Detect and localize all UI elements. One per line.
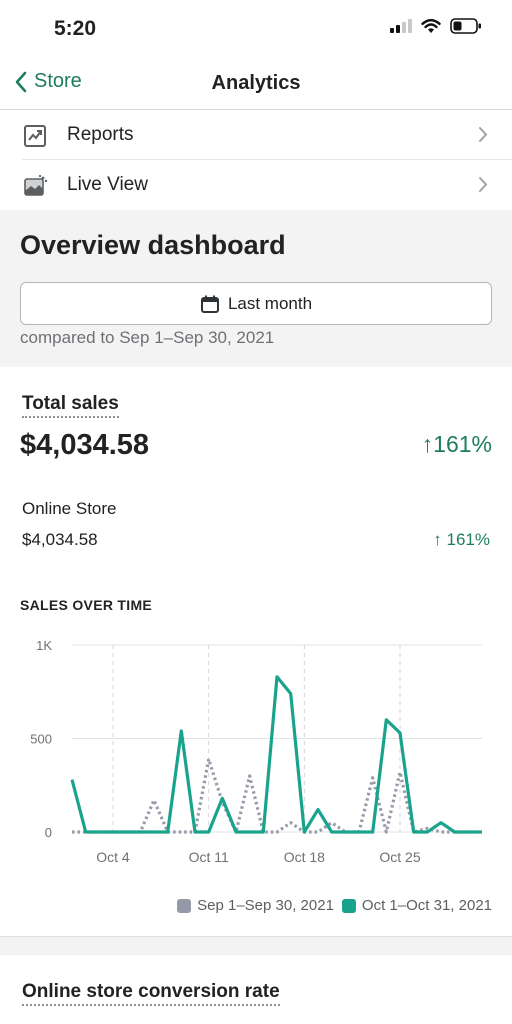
legend-swatch-current [341, 898, 356, 913]
x-tick-label: Oct 11 [189, 849, 229, 865]
section-separator [0, 937, 512, 955]
chevron-right-icon [479, 177, 488, 192]
legend-swatch-previous [177, 898, 192, 913]
date-range-label: Last month [227, 293, 313, 313]
date-range-button[interactable]: Last month [20, 282, 492, 325]
battery-icon [450, 18, 481, 34]
live-view-icon [24, 174, 48, 196]
total-sales-card: Total sales $4,034.58 ↑161% Online Store… [0, 367, 512, 937]
total-sales-change: ↑161% [422, 431, 492, 458]
x-tick-label: Oct 18 [284, 849, 325, 865]
overview-section: Overview dashboard Last month compared t… [0, 210, 512, 367]
total-sales-change-value: 161% [433, 431, 492, 457]
total-sales-label[interactable]: Total sales [22, 393, 119, 418]
channel-change: ↑ 161% [433, 530, 490, 550]
status-bar: 5:20 [0, 0, 512, 56]
legend-item-current: Oct 1–Oct 31, 2021 [341, 897, 492, 914]
menu-item-live-view[interactable]: Live View [0, 160, 512, 210]
nav-bar: Store Analytics [0, 56, 512, 110]
chevron-right-icon [479, 127, 488, 142]
series-line-current [70, 675, 482, 834]
channel-value: $4,034.58 [22, 530, 98, 549]
conversion-label[interactable]: Online store conversion rate [22, 981, 280, 1006]
y-tick-label: 1K [36, 638, 52, 653]
status-icons [390, 18, 482, 34]
menu-item-reports[interactable]: Reports [0, 110, 512, 160]
legend-label-current: Oct 1–Oct 31, 2021 [361, 897, 492, 914]
sales-over-time-title: SALES OVER TIME [20, 597, 153, 613]
x-tick-label: Oct 25 [379, 849, 420, 865]
legend-item-previous: Sep 1–Sep 30, 2021 [177, 897, 334, 914]
total-sales-value: $4,034.58 [20, 429, 150, 461]
x-tick-label: Oct 4 [96, 849, 130, 865]
overview-title: Overview dashboard [20, 230, 286, 260]
page-title: Analytics [211, 72, 301, 94]
signal-icon [390, 19, 412, 33]
channel-label: Online Store [22, 499, 117, 518]
chart-legend: Sep 1–Sep 30, 2021 Oct 1–Oct 31, 2021 [177, 897, 492, 914]
y-tick-label: 500 [30, 732, 52, 747]
menu-item-label: Live View [67, 174, 148, 195]
conversion-card: Online store conversion rate [0, 955, 512, 1024]
arrow-up-icon: ↑ [421, 431, 434, 457]
legend-label-previous: Sep 1–Sep 30, 2021 [197, 897, 334, 914]
y-tick-label: 0 [45, 825, 52, 840]
wifi-icon [421, 18, 441, 33]
reports-icon [24, 125, 46, 147]
status-time: 5:20 [54, 17, 97, 40]
arrow-up-icon: ↑ [433, 530, 442, 549]
menu-item-label: Reports [67, 124, 134, 145]
calendar-icon [200, 295, 219, 313]
compared-text: compared to Sep 1–Sep 30, 2021 [20, 328, 275, 347]
channel-change-value: 161% [446, 530, 490, 549]
sales-over-time-chart: 1K 500 0 Oct 4 Oct 11 Oct 18 Oct 25 [30, 638, 482, 865]
